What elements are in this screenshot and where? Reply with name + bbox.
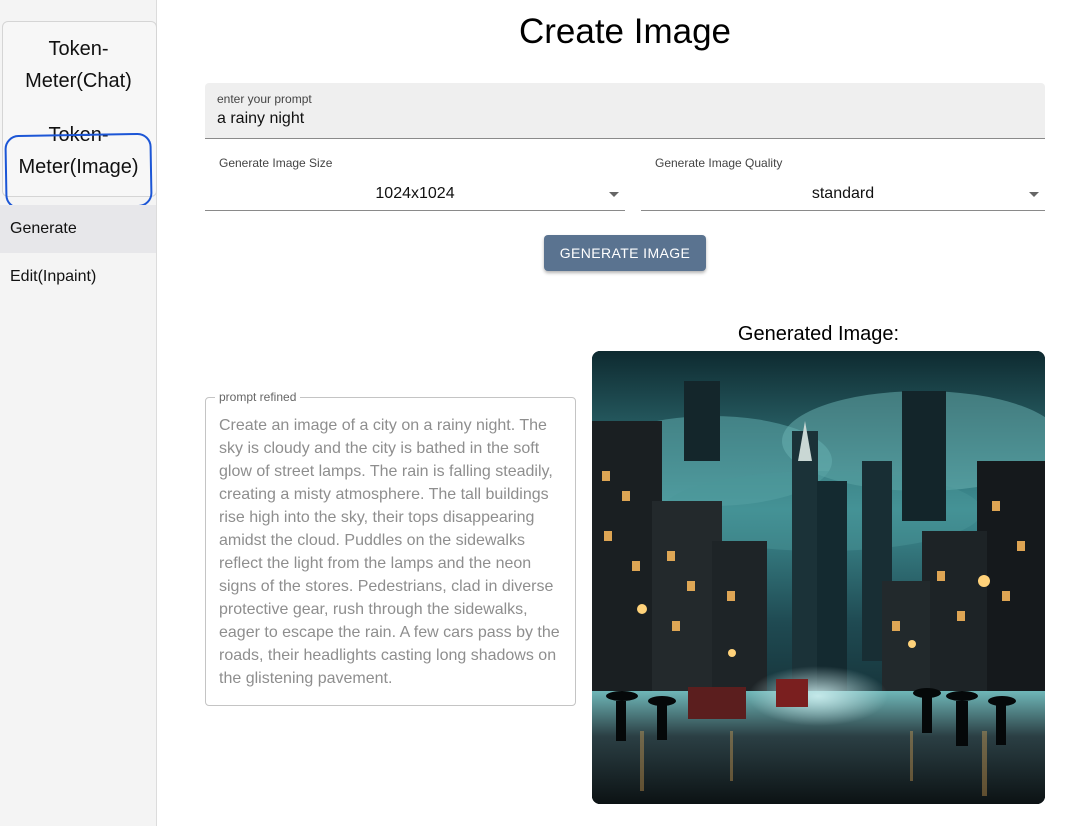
chevron-down-icon [1029,192,1039,197]
size-select-label: Generate Image Size [219,156,333,170]
page-title: Create Image [518,12,732,51]
quality-select-label: Generate Image Quality [655,156,783,170]
quality-select-value: standard [811,185,875,202]
app-switcher: Token- Meter(Chat) Token- Meter(Image) [2,21,157,210]
prompt-input-value[interactable]: a rainy night [217,110,304,128]
size-select-value: 1024x1024 [375,185,455,202]
generate-image-button[interactable]: GENERATE IMAGE [544,235,706,271]
sidebar-item-generate[interactable]: Generate [0,205,156,253]
size-select[interactable]: 1024x1024 [205,179,625,211]
sidebar: Token- Meter(Chat) Token- Meter(Image) Gen… [0,0,157,826]
chevron-down-icon [609,192,619,197]
prompt-input-label: enter your prompt [217,92,312,106]
refined-prompt-field[interactable]: prompt refined Create an image of a city… [205,390,576,706]
prompt-input[interactable]: enter your prompt a rainy night [205,83,1045,139]
refined-prompt-label: prompt refined [215,390,301,404]
sidebar-item-edit-inpaint[interactable]: Edit(Inpaint) [0,253,156,301]
quality-select[interactable]: standard [641,179,1045,211]
app-link-token-meter-chat[interactable]: Token- Meter(Chat) [3,33,154,97]
generated-image [592,351,1045,804]
generated-image-caption: Generated Image: [737,323,900,345]
refined-prompt-text: Create an image of a city on a rainy nig… [219,417,560,687]
app-link-token-meter-image[interactable]: Token- Meter(Image) [3,119,154,183]
rainy-city-illustration [592,351,1045,804]
